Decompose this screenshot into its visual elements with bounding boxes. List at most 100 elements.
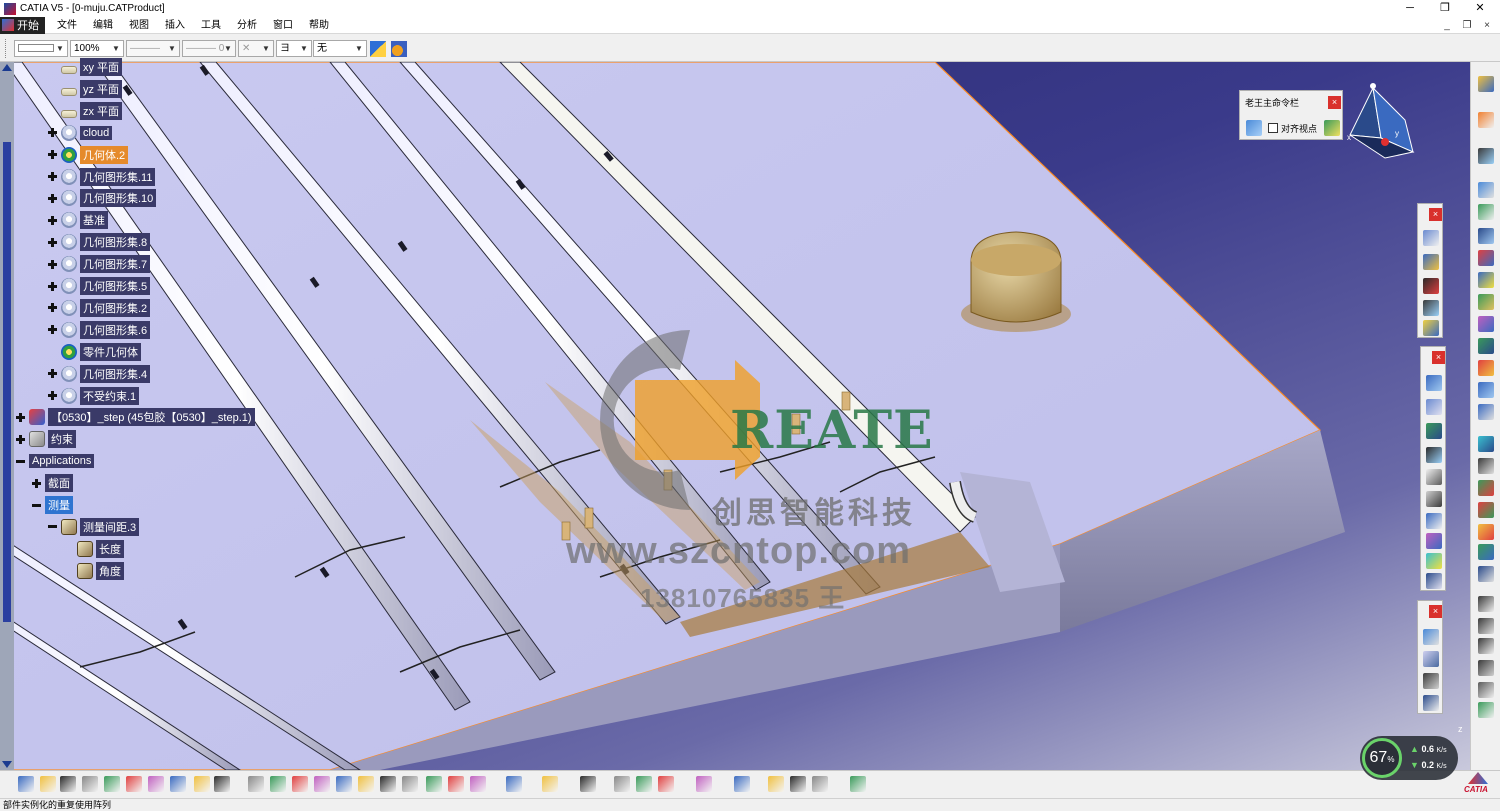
menu-window[interactable]: 窗口 (265, 17, 301, 34)
command-panel-close-button[interactable]: × (1328, 96, 1341, 109)
redo-icon[interactable] (194, 776, 210, 792)
tree-node-geoset-2[interactable]: 几何图形集.2 (48, 298, 151, 317)
tree-node-body-2[interactable]: 几何体.2 (48, 145, 129, 164)
minimize-button[interactable]: ─ (1395, 0, 1425, 17)
part-design-icon[interactable] (812, 776, 828, 792)
material-icon[interactable] (790, 776, 806, 792)
layer-combo[interactable]: ヨ ▼ (276, 40, 312, 57)
tree-node-unconstrained-1[interactable]: 不受约束.1 (48, 386, 140, 405)
attach-icon[interactable] (636, 776, 652, 792)
catalog-browser-icon[interactable] (1478, 436, 1494, 452)
constraint-coincidence-icon[interactable] (1426, 375, 1442, 391)
expand-plus-icon[interactable] (48, 369, 57, 379)
menu-edit[interactable]: 编辑 (85, 17, 121, 34)
tree-expand-icon[interactable] (506, 776, 522, 792)
capture-icon[interactable] (1324, 120, 1340, 136)
tree-node-measure-between-3[interactable]: 测量间距.3 (48, 517, 140, 536)
update-icon[interactable] (1478, 250, 1494, 266)
graphic-properties-icon[interactable] (391, 41, 407, 57)
copy-icon[interactable] (126, 776, 142, 792)
tree-node-part-body[interactable]: 零件几何体 (48, 342, 141, 361)
paste-icon[interactable] (148, 776, 164, 792)
collapse-minus-icon[interactable] (16, 457, 25, 466)
perspective-icon[interactable] (1478, 76, 1494, 92)
manipulate-icon[interactable] (1423, 278, 1439, 294)
tree-node-label[interactable]: 截面 (45, 474, 73, 493)
measure-inertia-icon[interactable] (1478, 404, 1494, 420)
tree-node-label[interactable]: cloud (80, 125, 113, 140)
tree-node-xy-plane[interactable]: xy 平面 (48, 58, 123, 76)
tree-node-yz-plane[interactable]: yz 平面 (48, 79, 123, 98)
start-menu[interactable]: 开始 (0, 16, 45, 34)
align-viewpoint-checkbox[interactable] (1268, 123, 1278, 133)
explode-icon[interactable] (1423, 320, 1439, 336)
snap-icon[interactable] (1423, 300, 1439, 316)
replace-component-icon[interactable] (1423, 254, 1439, 270)
tree-node-label[interactable]: 几何图形集.7 (80, 255, 151, 274)
color-combo[interactable]: ▼ (14, 40, 68, 57)
mdi-close-button[interactable]: × (1480, 17, 1494, 34)
constraint-offset-icon[interactable] (1426, 423, 1442, 439)
publish-icon[interactable] (1478, 702, 1494, 718)
fit-all-icon[interactable] (248, 776, 264, 792)
weld-icon[interactable] (1478, 502, 1494, 518)
expand-plus-icon[interactable] (48, 172, 57, 181)
pan-icon[interactable] (270, 776, 286, 792)
tree-node-angle[interactable]: 角度 (64, 561, 124, 580)
expand-plus-icon[interactable] (32, 478, 41, 488)
flag-note-icon[interactable] (1478, 480, 1494, 496)
bill-of-material-icon[interactable] (1478, 228, 1494, 244)
tree-node-label[interactable]: 几何体.2 (80, 145, 129, 164)
tree-node-length[interactable]: 长度 (64, 539, 124, 558)
expand-plus-icon[interactable] (48, 303, 57, 313)
menu-tools[interactable]: 工具 (193, 17, 229, 34)
tree-node-label[interactable]: 不受约束.1 (80, 386, 140, 405)
expand-plus-icon[interactable] (16, 434, 25, 444)
tree-node-label[interactable]: 几何图形集.8 (80, 233, 151, 252)
tree-node-geoset-10[interactable]: 几何图形集.10 (48, 189, 157, 208)
balloon-icon[interactable] (1478, 596, 1494, 612)
expand-plus-icon[interactable] (48, 259, 57, 269)
tree-node-geoset-5[interactable]: 几何图形集.5 (48, 277, 151, 295)
menu-help[interactable]: 帮助 (301, 17, 337, 34)
iso-view-icon[interactable] (380, 776, 396, 792)
menu-file[interactable]: 文件 (49, 17, 85, 34)
explode-view-icon[interactable] (1478, 294, 1494, 310)
camera-icon[interactable] (542, 776, 558, 792)
new-product-icon[interactable] (1423, 651, 1439, 667)
section-icon[interactable] (1478, 338, 1494, 354)
shading-icon[interactable] (470, 776, 486, 792)
rotate-icon[interactable] (292, 776, 308, 792)
abc-text-icon[interactable] (1478, 618, 1494, 634)
tree-node-label[interactable]: 几何图形集.5 (80, 277, 151, 295)
scene-icon[interactable] (1478, 272, 1494, 288)
swap-space-icon[interactable] (448, 776, 464, 792)
menu-view[interactable]: 视图 (121, 17, 157, 34)
style-combo[interactable]: 无 ▼ (313, 40, 367, 57)
transparency-combo[interactable]: 100% ▼ (70, 40, 124, 57)
expand-plus-icon[interactable] (48, 391, 57, 400)
network-speed-widget[interactable]: 67% ▲ 0.6 K/s ▼ 0.2 K/s (1360, 736, 1458, 780)
tree-node-applications[interactable]: Applications (16, 452, 95, 470)
quick-view-icon[interactable] (402, 776, 418, 792)
undo-icon[interactable] (170, 776, 186, 792)
assembly-icon[interactable] (1423, 230, 1439, 246)
tree-node-product-0530-step[interactable]: 【0530】_step (45包胶【0530】_step.1) (16, 408, 255, 427)
tree-node-label[interactable]: 几何图形集.11 (80, 167, 156, 186)
constraint-contact-icon[interactable] (1426, 399, 1442, 415)
menu-analysis[interactable]: 分析 (229, 17, 265, 34)
mdi-restore-button[interactable]: ❐ (1460, 17, 1474, 34)
normal-view-icon[interactable] (358, 776, 374, 792)
tree-node-sections[interactable]: 截面 (32, 474, 73, 493)
grid-icon[interactable] (850, 776, 866, 792)
dimension-icon[interactable] (1478, 638, 1494, 654)
tree-node-label[interactable]: zx 平面 (80, 101, 123, 120)
collapse-minus-icon[interactable] (48, 522, 57, 531)
tree-node-label[interactable]: xy 平面 (80, 58, 123, 76)
plane-icon-2[interactable] (734, 776, 750, 792)
text-with-leader-icon[interactable] (1478, 566, 1494, 582)
tree-node-datum[interactable]: 基准 (48, 211, 108, 230)
quick-constraint-icon[interactable] (1426, 513, 1442, 529)
tree-node-geoset-4[interactable]: 几何图形集.4 (48, 364, 151, 383)
mdi-minimize-button[interactable]: _ (1440, 17, 1454, 34)
